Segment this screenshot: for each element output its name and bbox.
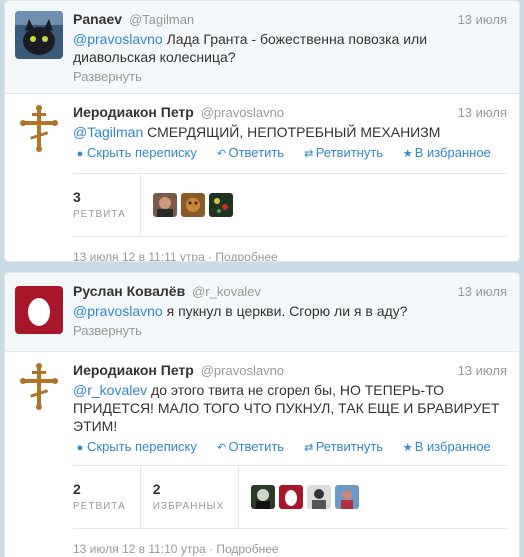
retweet-icon: ⇄ bbox=[304, 442, 314, 454]
avatar[interactable] bbox=[307, 485, 332, 509]
timestamp[interactable]: 13 июля bbox=[458, 283, 507, 300]
conversation-card-2: Руслан Ковалёв @r_kovalev 13 июля @pravo… bbox=[4, 272, 520, 557]
mention-link[interactable]: @pravoslavno bbox=[73, 31, 163, 47]
hide-conversation-label: Скрыть переписку bbox=[87, 439, 197, 454]
stat-label: РЕТВИТА bbox=[73, 209, 126, 220]
retweet-label: Ретвитнуть bbox=[315, 439, 384, 454]
tweet-header: Panaev @Tagilman 13 июля bbox=[73, 11, 507, 28]
avatar[interactable] bbox=[279, 485, 304, 509]
retweet-icon: ⇄ bbox=[304, 148, 314, 160]
tweet-stats: 2 РЕТВИТА 2 ИЗБРАННЫХ bbox=[73, 465, 507, 529]
retweeter-avatars bbox=[152, 193, 233, 217]
tweet-stats: 3 РЕТВИТА bbox=[73, 173, 507, 237]
avatar[interactable] bbox=[180, 193, 205, 217]
fullname[interactable]: Руслан Ковалёв bbox=[73, 283, 185, 299]
hide-conversation-button[interactable]: ● Скрыть переписку bbox=[73, 438, 197, 457]
favorite-label: В избранное bbox=[414, 439, 491, 454]
expand-link[interactable]: Развернуть bbox=[73, 322, 507, 340]
avatar-panaev[interactable] bbox=[15, 11, 63, 59]
mention-link[interactable]: @r_kovalev bbox=[73, 382, 147, 398]
tweet-parent-2[interactable]: Руслан Ковалёв @r_kovalev 13 июля @pravo… bbox=[5, 273, 519, 352]
timestamp[interactable]: 13 июля bbox=[458, 104, 507, 121]
reply-button[interactable]: ↶ Ответить bbox=[214, 144, 284, 163]
conversation-card-1: Panaev @Tagilman 13 июля @pravoslavno Ла… bbox=[4, 0, 520, 262]
stat-number: 3 bbox=[73, 189, 81, 205]
tweet-reply-1[interactable]: Иеродиакон Петр @pravoslavno 13 июля @Ta… bbox=[5, 94, 519, 261]
fullname[interactable]: Иеродиакон Петр bbox=[73, 104, 194, 120]
avatar[interactable] bbox=[152, 193, 177, 217]
tweet-text: @pravoslavno я пукнул в церкви. Сгорю ли… bbox=[73, 302, 507, 320]
tweet-header: Иеродиакон Петр @pravoslavno 13 июля bbox=[73, 362, 507, 379]
retweet-button[interactable]: ⇄ Ретвитнуть bbox=[302, 438, 383, 457]
star-icon: ★ bbox=[402, 442, 413, 454]
avatar[interactable] bbox=[335, 485, 360, 509]
mention-link[interactable]: @pravoslavno bbox=[73, 303, 163, 319]
reply-icon: ↶ bbox=[216, 148, 227, 160]
timestamp[interactable]: 13 июля bbox=[458, 362, 507, 379]
star-icon: ★ bbox=[402, 148, 413, 160]
retweet-label: Ретвитнуть bbox=[315, 145, 384, 160]
reply-label: Ответить bbox=[228, 145, 285, 160]
username[interactable]: @pravoslavno bbox=[201, 105, 284, 120]
timestamp[interactable]: 13 июля bbox=[458, 11, 507, 28]
favorite-button[interactable]: ★ В избранное bbox=[401, 438, 491, 457]
tweet-header: Иеродиакон Петр @pravoslavno 13 июля bbox=[73, 104, 507, 121]
avatar[interactable] bbox=[208, 193, 233, 217]
reply-icon: ↶ bbox=[216, 442, 227, 454]
stat-number: 2 bbox=[152, 481, 161, 497]
tweet-parent-1[interactable]: Panaev @Tagilman 13 июля @pravoslavno Ла… bbox=[5, 1, 519, 94]
tweet-body: я пукнул в церкви. Сгорю ли я в аду? bbox=[162, 303, 408, 319]
stat-label: ИЗБРАННЫХ bbox=[152, 501, 225, 512]
stat-number: 2 bbox=[73, 481, 81, 497]
retweet-button[interactable]: ⇄ Ретвитнуть bbox=[302, 144, 383, 163]
favorite-button[interactable]: ★ В избранное bbox=[401, 144, 491, 163]
reply-button[interactable]: ↶ Ответить bbox=[214, 438, 284, 457]
favorite-count[interactable]: 2 ИЗБРАННЫХ bbox=[152, 465, 240, 529]
tweet-meta-details[interactable]: 13 июля 12 в 11:10 утра · Подробнее bbox=[73, 529, 507, 557]
tweet-text: @pravoslavno Лада Гранта - божественна п… bbox=[73, 30, 507, 66]
mention-link[interactable]: @Tagilman bbox=[73, 124, 143, 140]
username[interactable]: @pravoslavno bbox=[201, 363, 284, 378]
avatar-orthodox-cross[interactable] bbox=[15, 362, 63, 410]
reply-label: Ответить bbox=[228, 439, 285, 454]
tweet-reply-2[interactable]: Иеродиакон Петр @pravoslavno 13 июля @r_… bbox=[5, 352, 519, 557]
stat-label: РЕТВИТА bbox=[73, 501, 126, 512]
avatar-orthodox-cross[interactable] bbox=[15, 104, 63, 152]
retweet-count[interactable]: 2 РЕТВИТА bbox=[73, 465, 141, 529]
expand-link[interactable]: Развернуть bbox=[73, 68, 507, 86]
engager-avatars bbox=[251, 485, 360, 509]
tweet-meta-details[interactable]: 13 июля 12 в 11:11 утра · Подробнее bbox=[73, 237, 507, 261]
hide-conversation-label: Скрыть переписку bbox=[87, 145, 197, 160]
tweet-actions: ● Скрыть переписку ↶ Ответить ⇄ Ретвитнуть … bbox=[73, 144, 507, 163]
tweet-text: @Tagilman СМЕРДЯЩИЙ, НЕПОТРЕБНЫЙ МЕХАНИЗ… bbox=[73, 123, 507, 141]
hide-conversation-button[interactable]: ● Скрыть переписку bbox=[73, 144, 197, 163]
comment-icon: ● bbox=[76, 148, 84, 160]
tweet-actions: ● Скрыть переписку ↶ Ответить ⇄ Ретвитнуть … bbox=[73, 438, 507, 457]
comment-icon: ● bbox=[76, 442, 84, 454]
username[interactable]: @Tagilman bbox=[129, 12, 194, 27]
favorite-label: В избранное bbox=[414, 145, 491, 160]
fullname[interactable]: Иеродиакон Петр bbox=[73, 362, 194, 378]
retweet-count[interactable]: 3 РЕТВИТА bbox=[73, 173, 141, 237]
fullname[interactable]: Panaev bbox=[73, 11, 122, 27]
tweet-header: Руслан Ковалёв @r_kovalev 13 июля bbox=[73, 283, 507, 300]
avatar[interactable] bbox=[251, 485, 276, 509]
username[interactable]: @r_kovalev bbox=[192, 284, 261, 299]
tweet-body: СМЕРДЯЩИЙ, НЕПОТРЕБНЫЙ МЕХАНИЗМ bbox=[143, 124, 441, 140]
avatar-egg[interactable] bbox=[15, 286, 63, 334]
tweet-text: @r_kovalev до этого твита не сгорел бы, … bbox=[73, 381, 507, 435]
